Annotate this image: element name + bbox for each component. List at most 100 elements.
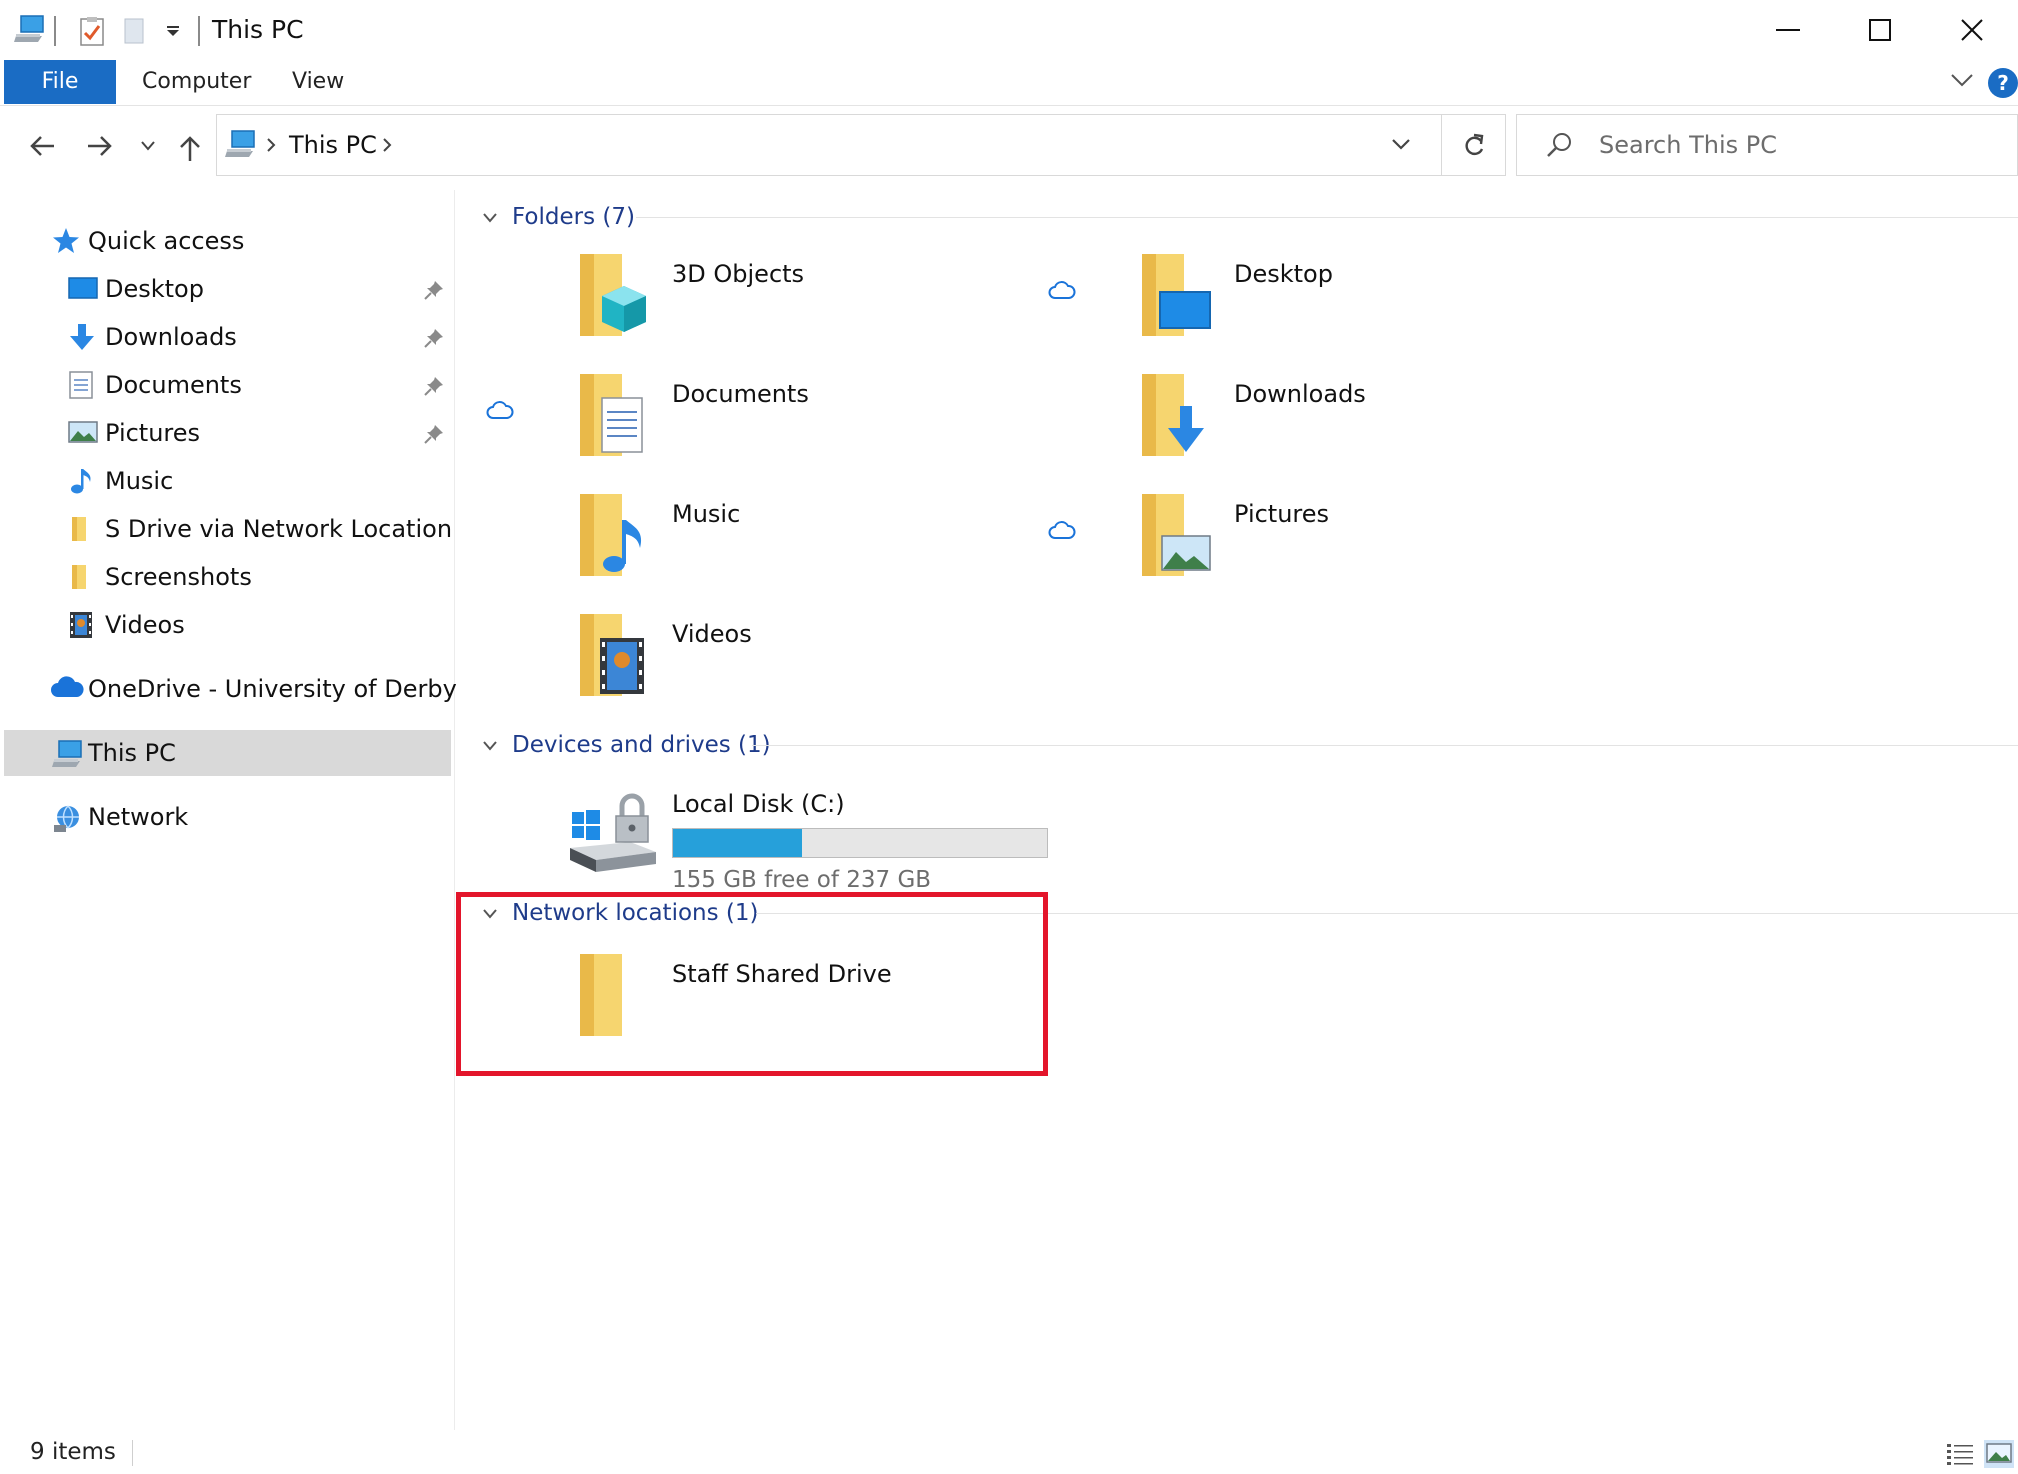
folder-tile-3d-objects[interactable]: 3D Objects [456, 252, 1016, 362]
folder-icon [68, 563, 94, 591]
videos-icon [68, 611, 94, 639]
breadcrumb-this-pc[interactable]: This PC [289, 127, 377, 163]
sidebar-item-quick-access[interactable]: Quick access [4, 218, 451, 264]
details-view-icon[interactable] [1946, 1442, 1974, 1466]
folder-label: 3D Objects [672, 260, 805, 288]
network-icon [52, 803, 84, 833]
folder-label: Music [672, 500, 741, 528]
sidebar-item-desktop[interactable]: Desktop [4, 266, 451, 312]
pin-icon[interactable] [424, 424, 444, 444]
sidebar-item-s-drive[interactable]: S Drive via Network Location [4, 506, 453, 552]
group-divider [636, 217, 2018, 218]
group-title: Folders (7) [512, 204, 635, 230]
sidebar-item-videos[interactable]: Videos [4, 602, 451, 648]
sidebar-item-label: Downloads [105, 323, 237, 351]
address-bar[interactable]: This PC [216, 114, 1442, 176]
folder-tile-pictures[interactable]: Pictures [1018, 492, 1578, 602]
documents-icon [68, 371, 94, 399]
folder-tile-downloads[interactable]: Downloads [1018, 372, 1578, 482]
sidebar-item-label: Quick access [88, 227, 245, 255]
tab-file[interactable]: File [4, 60, 116, 104]
recent-locations-chevron-down-icon[interactable] [140, 140, 156, 152]
title-separator [198, 16, 200, 46]
tab-computer[interactable]: Computer [142, 60, 251, 104]
pin-icon[interactable] [424, 328, 444, 348]
this-pc-icon [225, 129, 257, 159]
expand-ribbon-chevron-down-icon[interactable] [1950, 72, 1974, 88]
drive-usage-fill [673, 829, 803, 857]
folder-tile-documents[interactable]: Documents [456, 372, 1016, 482]
sidebar-item-screenshots[interactable]: Screenshots [4, 554, 451, 600]
sidebar-item-this-pc[interactable]: This PC [4, 730, 451, 776]
ribbon-tabs: File Computer View ? [0, 60, 2018, 106]
refresh-icon [1465, 133, 1484, 156]
folder-icon [68, 515, 94, 543]
large-icons-view-icon[interactable] [1984, 1440, 2014, 1468]
onedrive-cloud-icon [50, 675, 84, 699]
tab-view[interactable]: View [292, 60, 344, 104]
back-arrow-icon[interactable] [28, 134, 56, 158]
folder-tile-desktop[interactable]: Desktop [1018, 252, 1578, 362]
refresh-button[interactable] [1442, 114, 1506, 176]
search-input[interactable] [1599, 127, 1999, 163]
drive-label: Local Disk (C:) [672, 790, 845, 818]
address-history-chevron-down-icon[interactable] [1391, 137, 1411, 151]
group-header-devices[interactable]: Devices and drives (1) [466, 726, 2018, 766]
sidebar-item-label: Pictures [105, 419, 201, 447]
maximize-button[interactable] [1834, 0, 1926, 60]
3d-objects-folder-icon [576, 252, 652, 340]
minimize-icon [1776, 29, 1800, 31]
hard-drive-locked-icon [566, 786, 662, 876]
this-pc-icon [52, 739, 84, 769]
desktop-folder-icon [1138, 252, 1214, 340]
star-icon [52, 227, 80, 255]
sidebar-item-label: Videos [105, 611, 185, 639]
up-arrow-icon[interactable] [178, 134, 202, 162]
collapse-chevron-down-icon[interactable] [482, 740, 498, 752]
folder-tile-music[interactable]: Music [456, 492, 1016, 602]
window-title: This PC [212, 15, 304, 44]
sidebar-item-label: Screenshots [105, 563, 252, 591]
downloads-folder-icon [1138, 372, 1214, 460]
sidebar-item-network[interactable]: Network [4, 794, 451, 840]
group-title: Devices and drives (1) [512, 732, 771, 758]
annotation-highlight-box [456, 892, 1048, 1076]
pin-icon[interactable] [424, 376, 444, 396]
sidebar-item-downloads[interactable]: Downloads [4, 314, 451, 360]
drive-usage-bar [672, 828, 1048, 858]
new-folder-icon[interactable] [124, 18, 146, 44]
pictures-icon [68, 419, 98, 445]
chevron-right-icon[interactable] [381, 137, 393, 153]
folder-label: Documents [672, 380, 809, 408]
content-pane: Folders (7) 3D Objects Desktop Documents… [456, 190, 2018, 1430]
sidebar-item-label: Desktop [105, 275, 204, 303]
status-bar: 9 items [0, 1430, 2018, 1474]
minimize-button[interactable] [1742, 0, 1834, 60]
customize-toolbar-chevron-down-icon[interactable] [166, 26, 180, 36]
group-divider [752, 745, 2018, 746]
close-icon [1961, 19, 1983, 41]
folder-label: Desktop [1234, 260, 1333, 288]
sidebar-item-label: Network [88, 803, 189, 831]
help-button[interactable]: ? [1988, 68, 2018, 98]
downloads-icon [68, 323, 96, 351]
music-folder-icon [576, 492, 652, 580]
sidebar-item-documents[interactable]: Documents [4, 362, 451, 408]
forward-arrow-icon[interactable] [86, 134, 114, 158]
navigation-pane: Quick access Desktop Downloads Documents [0, 190, 457, 1430]
search-icon [1545, 131, 1573, 159]
collapse-chevron-down-icon[interactable] [482, 212, 498, 224]
sidebar-item-onedrive[interactable]: OneDrive - University of Derby [4, 666, 457, 712]
sidebar-item-music[interactable]: Music [4, 458, 451, 504]
sidebar-item-label: S Drive via Network Location [105, 515, 453, 543]
chevron-right-icon[interactable] [265, 137, 277, 153]
properties-icon[interactable] [80, 16, 106, 46]
sidebar-item-pictures[interactable]: Pictures [4, 410, 451, 456]
pin-icon[interactable] [424, 280, 444, 300]
drive-tile-local-disk-c[interactable]: Local Disk (C:) 155 GB free of 237 GB [566, 786, 1166, 896]
group-header-folders[interactable]: Folders (7) [466, 198, 2018, 238]
search-box[interactable] [1516, 114, 2018, 176]
quick-access-separator [54, 16, 56, 46]
close-button[interactable] [1926, 0, 2018, 60]
folder-tile-videos[interactable]: Videos [456, 612, 1016, 722]
